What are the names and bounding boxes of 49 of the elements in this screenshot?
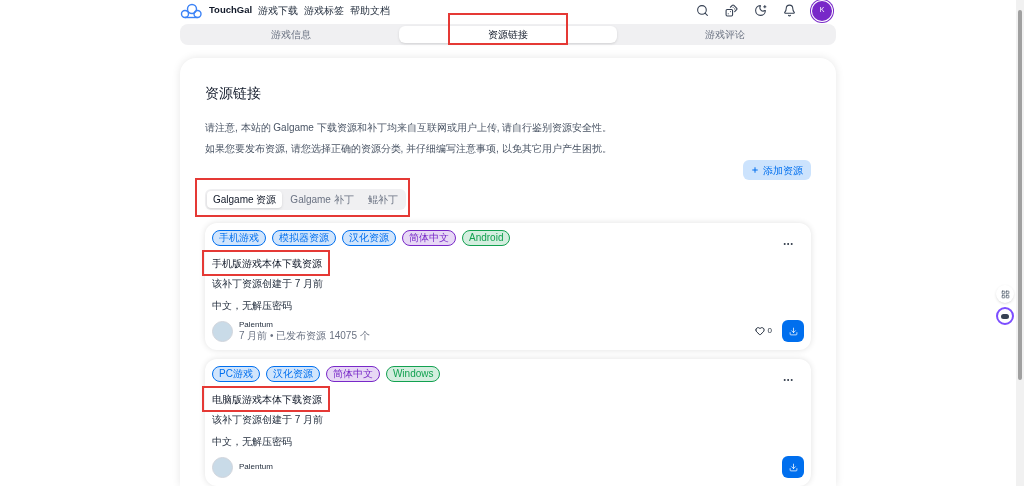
like-button[interactable]: 0 [754, 325, 772, 337]
download-icon [788, 326, 798, 336]
download-icon [788, 462, 798, 472]
resource-type-tab[interactable]: 鲲补丁 [361, 191, 404, 208]
tag-chip: Windows [385, 366, 441, 382]
download-button[interactable] [782, 456, 804, 478]
tag-chip: 汉化资源 [265, 366, 320, 382]
download-button[interactable] [782, 320, 804, 342]
search-icon[interactable] [696, 4, 709, 17]
bell-icon[interactable] [783, 4, 796, 17]
user-avatar [212, 320, 233, 342]
tab[interactable]: 资源链接 [399, 26, 617, 43]
plus-icon [751, 166, 759, 174]
resource-description: 中文，无解压密码 [212, 299, 293, 313]
chat-bot-icon[interactable] [996, 307, 1014, 325]
brand-name[interactable]: TouchGal [209, 3, 253, 18]
notice-text: 请注意, 本站的 Galgame 下载资源和补丁均来自互联网或用户上传, 请自行鉴别资源安全性。 [205, 121, 614, 135]
notice-text: 如果您要发布资源, 请您选择正确的资源分类, 并仔细编写注意事项, 以免其它用户产生困扰。 [205, 142, 613, 156]
tab[interactable]: 游戏信息 [182, 26, 400, 43]
resource-title: 手机版游戏本体下载资源 [212, 258, 322, 270]
tag-chip: 模拟器资源 [272, 230, 336, 246]
dice-icon[interactable] [725, 4, 738, 17]
tag-chip: 简体中文 [325, 366, 380, 382]
tag-chip: 简体中文 [402, 230, 456, 246]
moon-icon[interactable] [754, 4, 767, 17]
user-name: Palentum [239, 320, 274, 330]
tab[interactable]: 游戏评论 [616, 26, 834, 43]
resource-type-tab[interactable]: Galgame 补丁 [284, 191, 360, 208]
created-time: 该补丁资源创建于 7 月前 [212, 277, 325, 291]
section-title: 资源链接 [205, 84, 262, 103]
cloud-logo-icon [180, 2, 202, 19]
resource-title: 电脑版游戏本体下载资源 [212, 394, 322, 406]
tag-chip: 汉化资源 [342, 230, 396, 246]
scrollbar[interactable] [1016, 0, 1024, 486]
user-avatar [212, 456, 233, 478]
tag-chip: Android [462, 230, 511, 246]
grid-icon [1000, 289, 1010, 299]
nav-link[interactable]: 帮助文档 [350, 3, 391, 18]
tag-chip: PC游戏 [212, 366, 260, 382]
nav-link[interactable]: 游戏标签 [304, 3, 345, 18]
user-name: Palentum [239, 462, 273, 472]
nav-link[interactable]: 游戏下载 [258, 3, 299, 18]
add-resource-button[interactable]: 添加资源 [743, 160, 811, 180]
heart-icon [754, 326, 765, 336]
resource-description: 中文，无解压密码 [212, 435, 293, 449]
tag-chip: 手机游戏 [212, 230, 266, 246]
resource-type-tab[interactable]: Galgame 资源 [207, 191, 283, 208]
created-time: 该补丁资源创建于 7 月前 [212, 413, 325, 427]
user-meta: 7 月前 • 已发布资源 14075 个 [239, 330, 370, 342]
